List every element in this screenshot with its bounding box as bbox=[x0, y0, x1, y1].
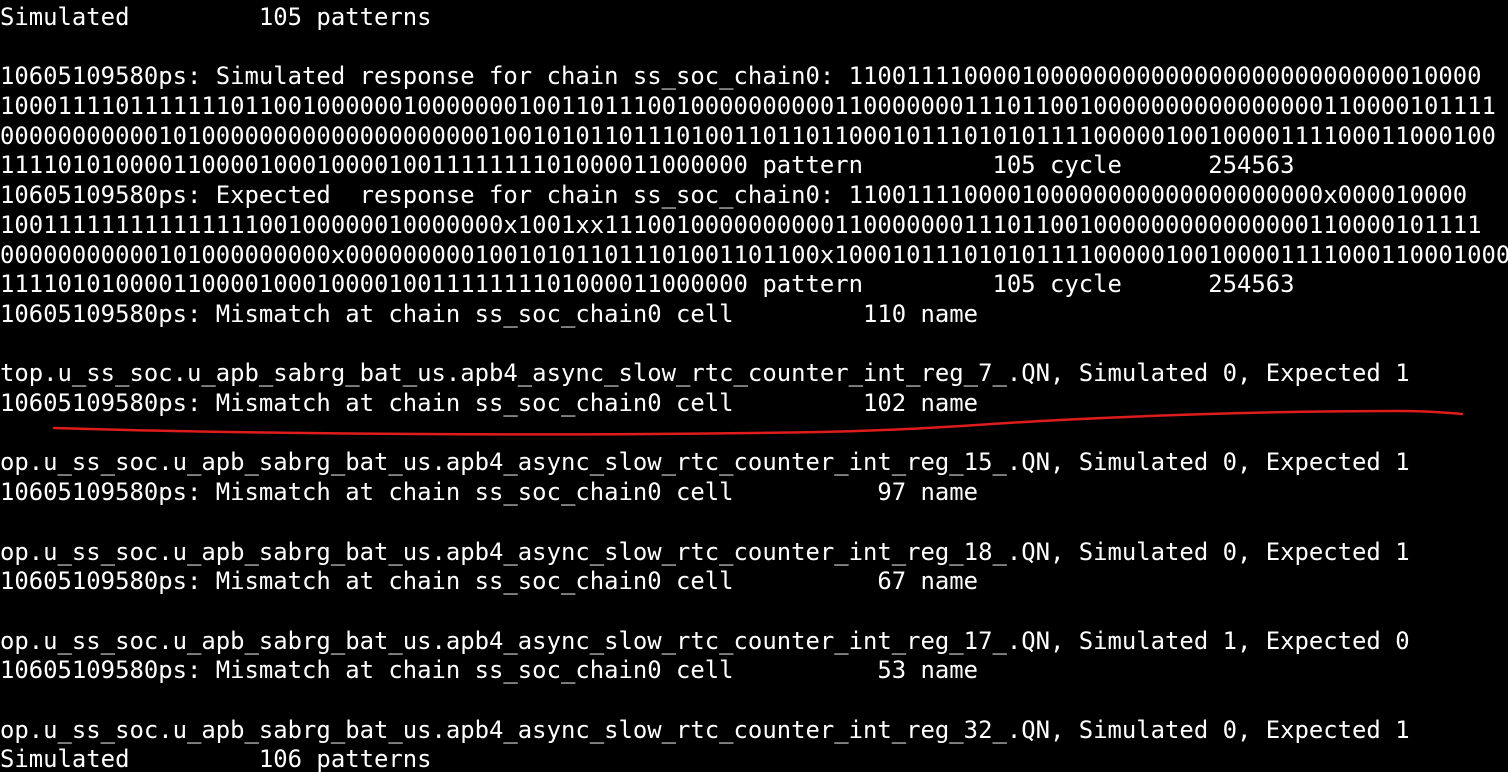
terminal-line: op.u_ss_soc.u_apb_sabrg_bat_us.apb4_asyn… bbox=[0, 448, 1410, 476]
terminal-line: Simulated 105 patterns bbox=[0, 3, 432, 31]
terminal-output[interactable]: Simulated 105 patterns 10605109580ps: Si… bbox=[0, 0, 1508, 772]
terminal-line: 1000111101111111011001000000100000001001… bbox=[0, 92, 1496, 120]
terminal-line: 0000000000010100000000000000000000100101… bbox=[0, 122, 1496, 150]
terminal-line: 10605109580ps: Mismatch at chain ss_soc_… bbox=[0, 656, 979, 684]
terminal-line: 10011111111111111100100000010000000x1001… bbox=[0, 211, 1482, 239]
terminal-line: 00000000000101000000000x0000000001001010… bbox=[0, 241, 1508, 269]
terminal-line: 10605109580ps: Mismatch at chain ss_soc_… bbox=[0, 300, 979, 328]
terminal-line: top.u_ss_soc.u_apb_sabrg_bat_us.apb4_asy… bbox=[0, 359, 1410, 387]
terminal-line: 10605109580ps: Simulated response for ch… bbox=[0, 62, 1482, 90]
terminal-line: 10605109580ps: Mismatch at chain ss_soc_… bbox=[0, 478, 979, 506]
terminal-line: op.u_ss_soc.u_apb_sabrg_bat_us.apb4_asyn… bbox=[0, 538, 1410, 566]
terminal-line: op.u_ss_soc.u_apb_sabrg_bat_us.apb4_asyn… bbox=[0, 716, 1410, 744]
terminal-line: op.u_ss_soc.u_apb_sabrg_bat_us.apb4_asyn… bbox=[0, 627, 1410, 655]
terminal-line: 1111010100001100001000100001001111111101… bbox=[0, 151, 1295, 179]
terminal-line: 10605109580ps: Mismatch at chain ss_soc_… bbox=[0, 389, 979, 417]
terminal-line: Simulated 106 patterns bbox=[0, 745, 432, 772]
terminal-line: 1111010100001100001000100001001111111101… bbox=[0, 270, 1295, 298]
terminal-line: 10605109580ps: Mismatch at chain ss_soc_… bbox=[0, 567, 979, 595]
terminal-line: 10605109580ps: Expected response for cha… bbox=[0, 181, 1468, 209]
